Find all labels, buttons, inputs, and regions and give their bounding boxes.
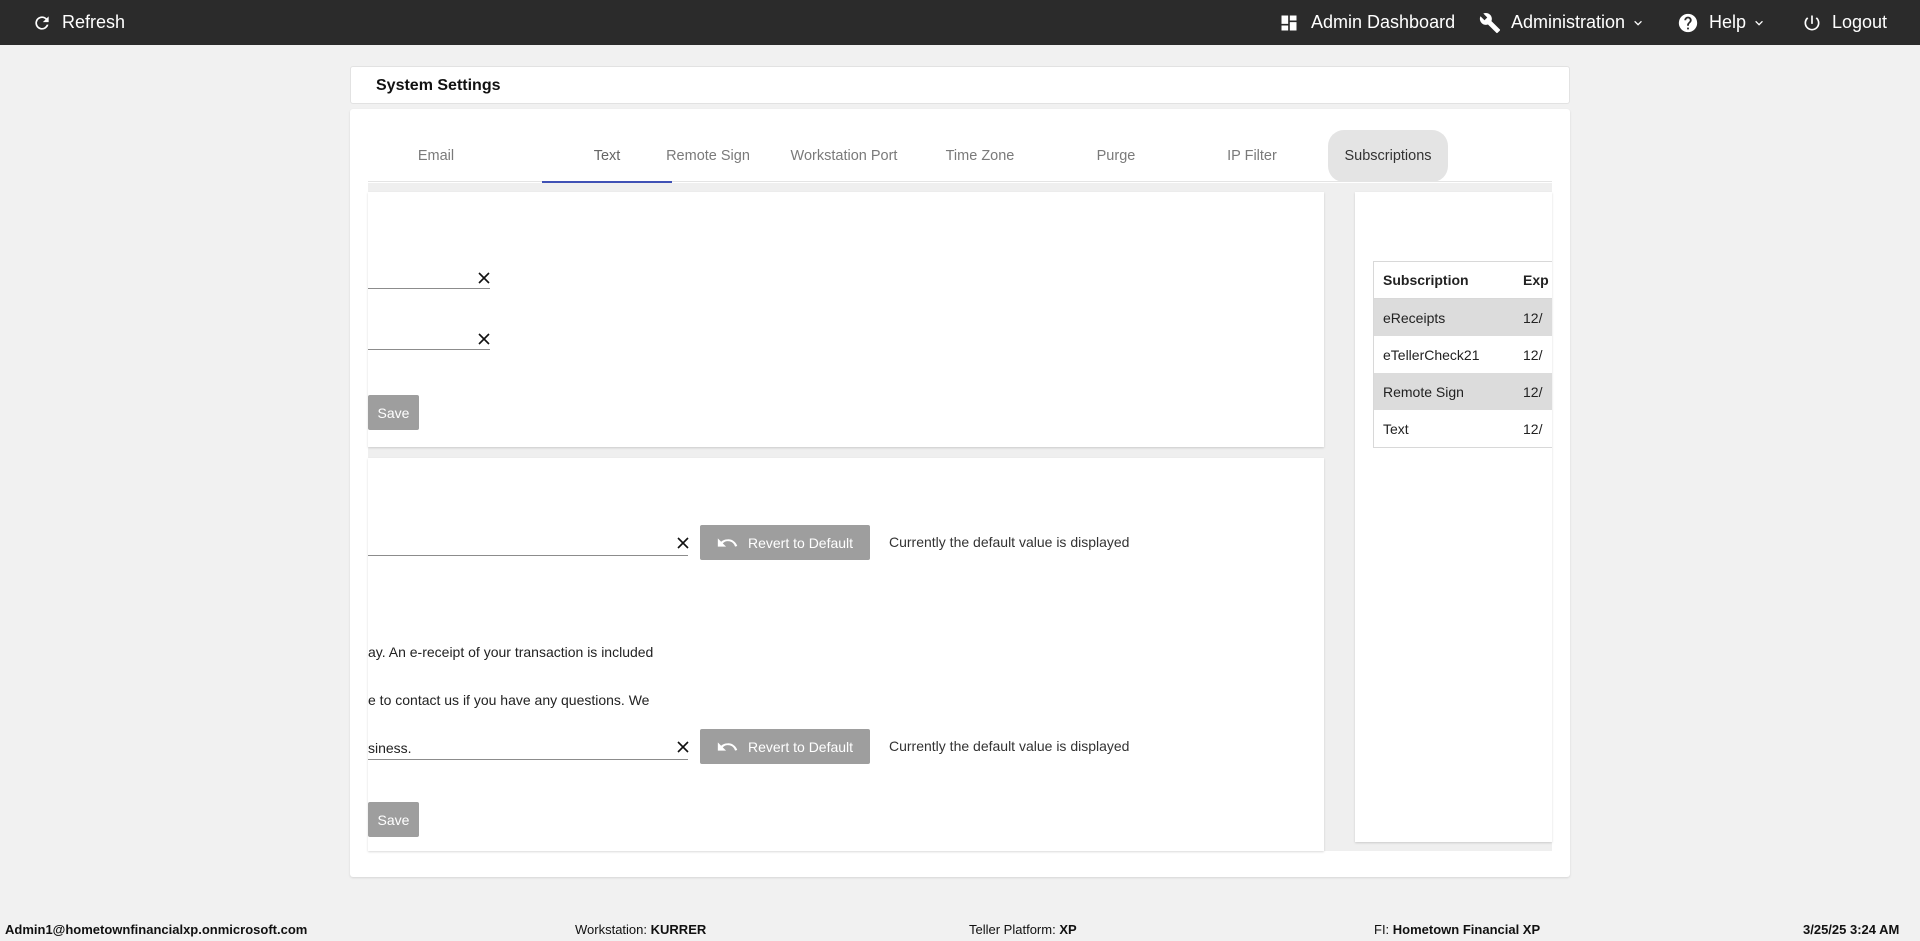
clear-icon[interactable] xyxy=(674,738,692,756)
revert-to-default-button[interactable]: Revert to Default xyxy=(700,525,870,560)
footer-user: Admin1@hometownfinancialxp.onmicrosoft.c… xyxy=(5,922,308,937)
tab-email[interactable]: Email xyxy=(368,130,504,182)
page-title: System Settings xyxy=(376,77,501,94)
table-header-row: Subscription Exp xyxy=(1374,262,1552,299)
tab-subscriptions[interactable]: Subscriptions xyxy=(1328,130,1448,182)
footer-workstation: Workstation: KURRER xyxy=(575,922,707,937)
tab-ip-filter[interactable]: IP Filter xyxy=(1184,130,1320,182)
undo-icon xyxy=(717,537,738,547)
top-navigation-bar: Refresh Admin Dashboard Administration H… xyxy=(0,0,1920,45)
logout-button[interactable]: Logout xyxy=(1802,0,1887,45)
message-input-field-1[interactable] xyxy=(368,526,688,556)
revert-to-default-label: Revert to Default xyxy=(748,738,854,755)
help-icon xyxy=(1678,13,1698,32)
power-icon xyxy=(1804,15,1820,30)
administration-menu[interactable]: Administration xyxy=(1479,0,1645,45)
dashboard-icon xyxy=(1281,15,1297,30)
save-button[interactable]: Save xyxy=(368,802,419,837)
subscriptions-table: Subscription Exp eReceipts 12/ eTellerCh… xyxy=(1373,261,1552,448)
page-header-card: System Settings xyxy=(350,66,1570,104)
revert-to-default-button[interactable]: Revert to Default xyxy=(700,729,870,764)
message-preview-text: ay. An e-receipt of your transaction is … xyxy=(368,644,654,756)
text-settings-panel: Save xyxy=(368,192,1324,447)
default-status-text: Currently the default value is displayed xyxy=(889,738,1130,754)
footer-datetime: 3/25/25 3:24 AM xyxy=(1803,922,1900,937)
column-header-expiration: Exp xyxy=(1523,272,1549,288)
chevron-down-icon xyxy=(1755,20,1763,26)
administration-label: Administration xyxy=(1511,12,1626,32)
subscriptions-panel-content: Subscription Exp eReceipts 12/ eTellerCh… xyxy=(1355,192,1552,842)
tab-purge[interactable]: Purge xyxy=(1048,130,1184,182)
admin-dashboard-label: Admin Dashboard xyxy=(1311,12,1456,32)
clear-icon[interactable] xyxy=(475,330,493,348)
help-label: Help xyxy=(1709,12,1747,32)
footer-fi: FI: Hometown Financial XP xyxy=(1374,922,1541,937)
tab-remote-sign[interactable]: Remote Sign xyxy=(640,130,776,182)
save-button[interactable]: Save xyxy=(368,395,419,430)
text-input-field-1[interactable] xyxy=(368,259,490,289)
undo-icon xyxy=(717,741,738,751)
wrench-icon xyxy=(1479,12,1501,33)
table-row: eTellerCheck21 12/ xyxy=(1383,346,1543,363)
help-menu[interactable]: Help xyxy=(1677,0,1766,45)
table-row: Remote Sign 12/ xyxy=(1374,373,1552,410)
logout-label: Logout xyxy=(1832,12,1888,32)
footer-teller-platform: Teller Platform: XP xyxy=(969,922,1077,937)
refresh-button[interactable]: Refresh xyxy=(32,0,125,45)
refresh-icon xyxy=(35,15,49,30)
tab-time-zone[interactable]: Time Zone xyxy=(912,130,1048,182)
column-header-subscription: Subscription xyxy=(1383,272,1469,288)
status-footer: Admin1@hometownfinancialxp.onmicrosoft.c… xyxy=(0,917,1920,941)
settings-tabs: Email Text Remote Sign Workstation Port … xyxy=(368,130,1552,183)
clear-icon[interactable] xyxy=(674,534,692,552)
revert-to-default-label: Revert to Default xyxy=(748,534,854,551)
clear-icon[interactable] xyxy=(475,269,493,287)
refresh-label: Refresh xyxy=(62,12,126,32)
admin-dashboard-link[interactable]: Admin Dashboard xyxy=(1279,0,1455,45)
default-status-text: Currently the default value is displayed xyxy=(889,534,1130,550)
text-input-field-2[interactable] xyxy=(368,320,490,350)
table-row: eReceipts 12/ xyxy=(1374,299,1552,336)
chevron-down-icon xyxy=(1634,20,1642,26)
table-row: Text 12/ xyxy=(1383,420,1543,437)
tab-workstation-port[interactable]: Workstation Port xyxy=(776,130,912,182)
